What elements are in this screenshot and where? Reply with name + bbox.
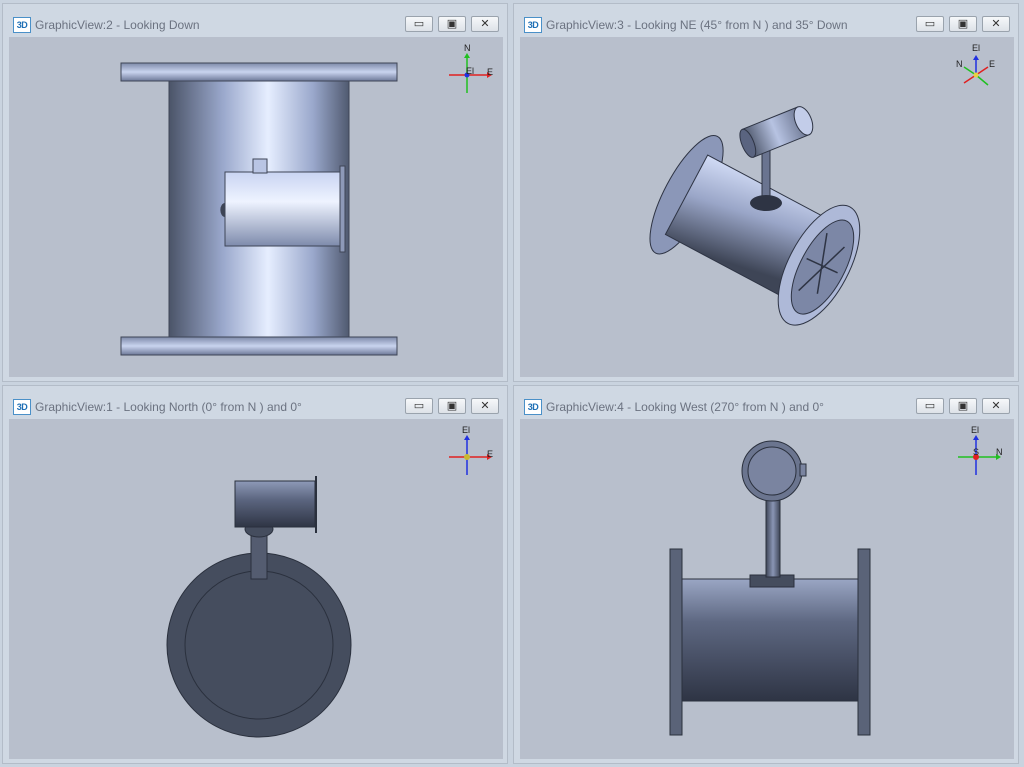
minimize-button[interactable]: ▭ — [916, 398, 944, 414]
graphic-view-1-viewport[interactable]: El E — [9, 419, 503, 759]
axis-label-north: N — [996, 447, 1003, 457]
graphic-view-4-titlebar[interactable]: 3D GraphicView:4 - Looking West (270° fr… — [514, 386, 1018, 419]
3d-view-icon: 3D — [13, 399, 31, 415]
graphic-view-2-titlebar[interactable]: 3D GraphicView:2 - Looking Down ▭ ▣ ✕ — [3, 4, 507, 37]
top-flange — [120, 62, 398, 82]
transmitter-nozzle — [252, 158, 268, 174]
axis-label-east: E — [487, 67, 493, 77]
graphic-view-1-pane[interactable]: 3D GraphicView:1 - Looking North (0° fro… — [2, 385, 508, 764]
orientation-axis-triad: N El E — [449, 43, 493, 93]
graphic-view-2-viewport[interactable]: N El E — [9, 37, 503, 377]
graphic-view-3-title: GraphicView:3 - Looking NE (45° from N )… — [546, 18, 848, 32]
axis-label-elevation: El — [466, 66, 474, 76]
3d-view-icon: 3D — [524, 399, 542, 415]
right-flange — [857, 548, 871, 736]
transmitter-head — [234, 480, 316, 528]
transmitter-head — [739, 106, 814, 158]
iso-meter-model — [649, 135, 861, 326]
restore-button[interactable]: ▣ — [949, 16, 977, 32]
restore-button[interactable]: ▣ — [438, 16, 466, 32]
close-button[interactable]: ✕ — [471, 16, 499, 32]
3d-view-icon: 3D — [13, 17, 31, 33]
graphic-view-1-title: GraphicView:1 - Looking North (0° from N… — [35, 400, 302, 414]
axis-label-elevation: El — [462, 425, 470, 435]
axis-label-elevation: El — [972, 43, 980, 53]
graphic-view-3-pane[interactable]: 3D GraphicView:3 - Looking NE (45° from … — [513, 3, 1019, 382]
transmitter-stem — [765, 498, 781, 578]
close-button[interactable]: ✕ — [982, 16, 1010, 32]
axis-label-east: E — [487, 449, 493, 459]
graphic-view-4-viewport[interactable]: El N S — [520, 419, 1014, 759]
transmitter-cap — [339, 165, 346, 253]
close-button[interactable]: ✕ — [982, 398, 1010, 414]
axis-label-north: N — [464, 43, 471, 53]
restore-button[interactable]: ▣ — [438, 398, 466, 414]
bottom-flange — [120, 336, 398, 356]
graphic-view-1-titlebar[interactable]: 3D GraphicView:1 - Looking North (0° fro… — [3, 386, 507, 419]
graphic-view-3-viewport[interactable]: El N E — [520, 37, 1014, 377]
axis-label-north: N — [956, 59, 963, 69]
graphic-view-3-titlebar[interactable]: 3D GraphicView:3 - Looking NE (45° from … — [514, 4, 1018, 37]
minimize-button[interactable]: ▭ — [916, 16, 944, 32]
transmitter-stem — [761, 148, 771, 200]
orientation-axis-triad: El E — [449, 425, 493, 475]
graphic-view-4-title: GraphicView:4 - Looking West (270° from … — [546, 400, 824, 414]
axis-label-east: E — [989, 59, 995, 69]
transmitter-body — [224, 171, 342, 247]
orientation-axis-triad: El N S — [958, 425, 1003, 475]
restore-button[interactable]: ▣ — [949, 398, 977, 414]
pipe-body — [677, 578, 863, 702]
orientation-axis-triad: El N E — [956, 43, 995, 86]
graphic-view-2-pane[interactable]: 3D GraphicView:2 - Looking Down ▭ ▣ ✕ N … — [2, 3, 508, 382]
graphic-view-2-title: GraphicView:2 - Looking Down — [35, 18, 200, 32]
close-button[interactable]: ✕ — [471, 398, 499, 414]
pipe-bore — [184, 570, 334, 720]
left-flange — [669, 548, 683, 736]
3d-view-icon: 3D — [524, 17, 542, 33]
minimize-button[interactable]: ▭ — [405, 16, 433, 32]
minimize-button[interactable]: ▭ — [405, 398, 433, 414]
axis-label-south: S — [973, 447, 979, 457]
graphic-view-4-pane[interactable]: 3D GraphicView:4 - Looking West (270° fr… — [513, 385, 1019, 764]
axis-label-elevation: El — [971, 425, 979, 435]
